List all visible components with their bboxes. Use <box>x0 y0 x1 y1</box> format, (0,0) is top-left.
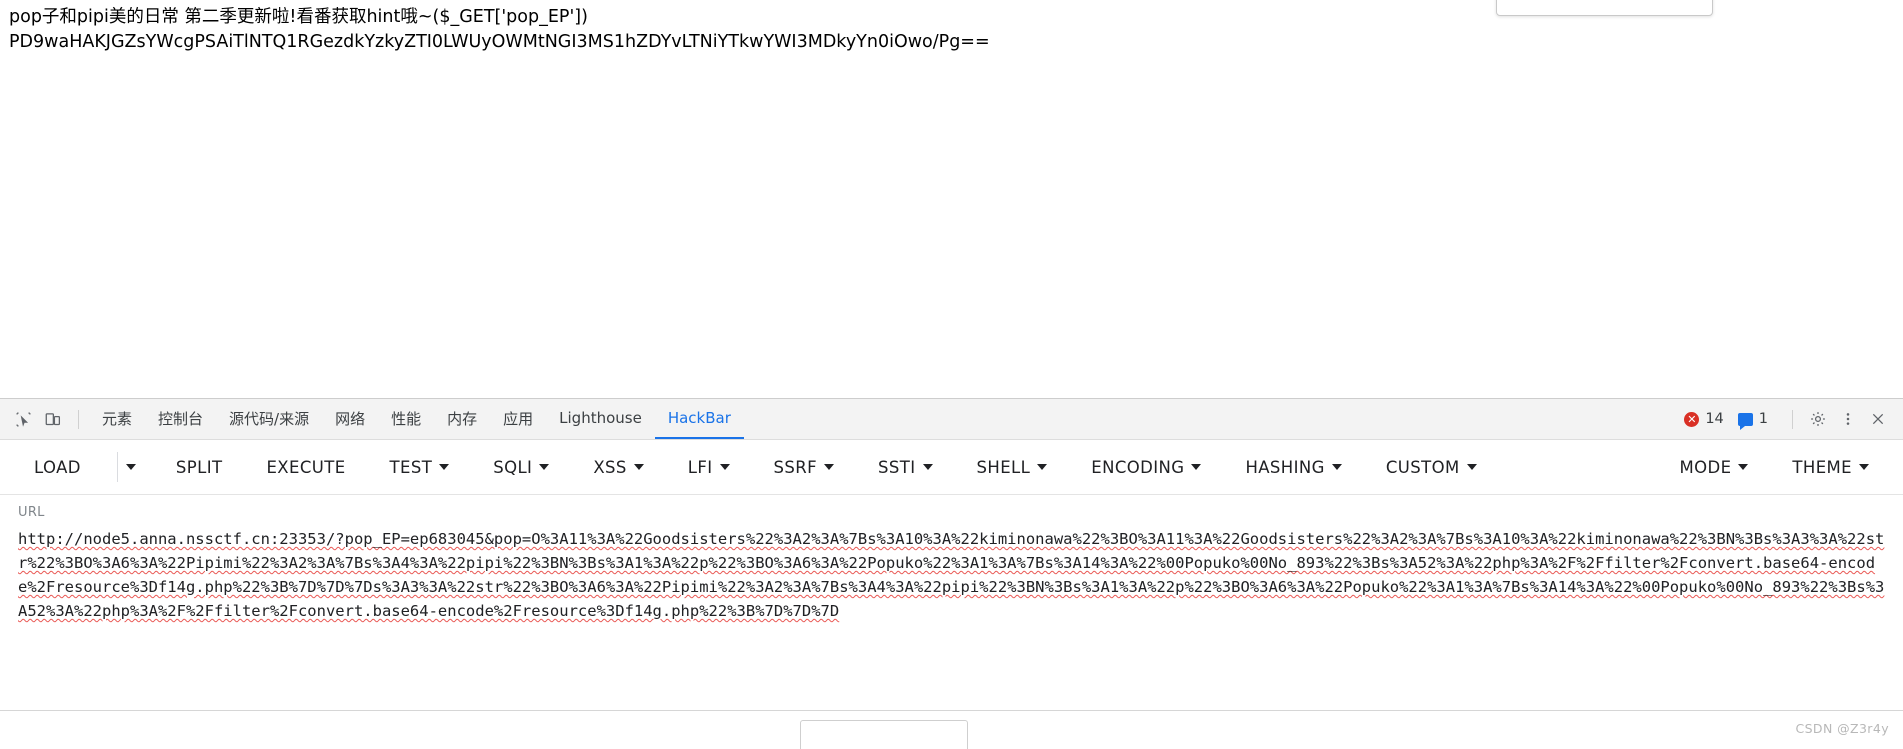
message-count-indicator[interactable]: 1 <box>1737 411 1768 430</box>
status-divider <box>1792 409 1793 429</box>
message-icon <box>1737 412 1753 430</box>
tab-network[interactable]: 网络 <box>322 399 378 439</box>
chevron-down-icon <box>1331 464 1342 470</box>
hackbar-lfi-label: LFI <box>687 457 713 477</box>
devtools-tab-list: 元素 控制台 源代码/来源 网络 性能 内存 应用 Lighthouse Hac… <box>89 399 744 439</box>
chevron-down-icon <box>1191 464 1202 470</box>
hackbar-test-label: TEST <box>389 457 433 477</box>
devtools-panel: 元素 控制台 源代码/来源 网络 性能 内存 应用 Lighthouse Hac… <box>0 398 1903 749</box>
chevron-down-icon <box>1466 464 1477 470</box>
chevron-down-icon <box>633 464 644 470</box>
chevron-down-icon <box>539 464 550 470</box>
inspect-element-icon[interactable] <box>8 405 38 433</box>
hackbar-menubar-right: MODE THEME <box>1671 453 1877 482</box>
hackbar-mode-label: MODE <box>1679 457 1732 477</box>
url-input[interactable]: http://node5.anna.nssctf.cn:23353/?pop_E… <box>18 527 1885 623</box>
hackbar-hashing-menu[interactable]: HASHING <box>1237 453 1349 482</box>
post-data-field[interactable] <box>800 720 968 749</box>
chevron-down-icon <box>125 464 136 470</box>
hackbar-menubar: LOAD SPLIT EXECUTE TEST SQLI XSS LFI SSR… <box>0 440 1903 495</box>
tab-console[interactable]: 控制台 <box>145 399 216 439</box>
tab-hackbar[interactable]: HackBar <box>654 399 744 439</box>
hackbar-lfi-menu[interactable]: LFI <box>680 453 738 482</box>
chevron-down-icon <box>439 464 450 470</box>
chevron-down-icon <box>1037 464 1048 470</box>
hackbar-sqli-label: SQLI <box>493 457 533 477</box>
chevron-down-icon <box>922 464 933 470</box>
tab-memory[interactable]: 内存 <box>434 399 490 439</box>
gear-icon[interactable] <box>1803 405 1833 433</box>
message-count-value: 1 <box>1758 411 1768 427</box>
chevron-down-icon <box>824 464 835 470</box>
tab-lighthouse[interactable]: Lighthouse <box>546 399 655 439</box>
hackbar-ssti-label: SSTI <box>878 457 916 477</box>
error-count-value: 14 <box>1705 411 1724 427</box>
hackbar-load-dropdown[interactable] <box>116 452 144 482</box>
hackbar-encoding-label: ENCODING <box>1091 457 1185 477</box>
page-text-line-base64: PD9waHAKJGZsYWcgPSAiTlNTQ1RGezdkYzkyZTI0… <box>9 32 990 52</box>
hackbar-sqli-menu[interactable]: SQLI <box>485 453 557 482</box>
hackbar-custom-menu[interactable]: CUSTOM <box>1378 453 1485 482</box>
toolbar-divider <box>78 409 79 429</box>
device-toolbar-icon[interactable] <box>38 405 68 433</box>
hackbar-ssrf-label: SSRF <box>773 457 818 477</box>
hackbar-encoding-menu[interactable]: ENCODING <box>1083 453 1209 482</box>
hackbar-bottom-bar: CSDN @Z3r4y <box>0 710 1903 749</box>
chevron-down-icon <box>719 464 730 470</box>
floating-input-box[interactable] <box>1496 0 1713 16</box>
tab-application[interactable]: 应用 <box>490 399 546 439</box>
error-count-indicator[interactable]: ✕ 14 <box>1684 411 1724 427</box>
hackbar-hashing-label: HASHING <box>1245 457 1325 477</box>
hackbar-mode-menu[interactable]: MODE <box>1671 453 1756 482</box>
hackbar-xss-menu[interactable]: XSS <box>585 453 651 482</box>
hackbar-ssrf-menu[interactable]: SSRF <box>766 453 843 482</box>
browser-page-content: pop子和pipi美的日常 第二季更新啦!看番获取hint哦~($_GET['p… <box>0 0 1903 398</box>
hackbar-shell-label: SHELL <box>976 457 1031 477</box>
tab-sources[interactable]: 源代码/来源 <box>216 399 322 439</box>
devtools-tabbar: 元素 控制台 源代码/来源 网络 性能 内存 应用 Lighthouse Hac… <box>0 399 1903 440</box>
hackbar-theme-label: THEME <box>1792 457 1852 477</box>
chevron-down-icon <box>1859 464 1869 470</box>
tab-elements[interactable]: 元素 <box>89 399 145 439</box>
chevron-down-icon <box>1738 464 1749 470</box>
hackbar-test-menu[interactable]: TEST <box>382 453 458 482</box>
hackbar-execute-button[interactable]: EXECUTE <box>258 453 353 482</box>
hackbar-load-button[interactable]: LOAD <box>26 453 89 482</box>
hackbar-xss-label: XSS <box>593 457 627 477</box>
url-field-label: URL <box>18 505 45 520</box>
hackbar-custom-label: CUSTOM <box>1385 457 1460 477</box>
error-icon: ✕ <box>1684 411 1700 427</box>
tab-performance[interactable]: 性能 <box>378 399 434 439</box>
hackbar-theme-menu[interactable]: THEME <box>1784 453 1877 482</box>
hackbar-body: URL http://node5.anna.nssctf.cn:23353/?p… <box>0 495 1903 749</box>
devtools-status-area: ✕ 14 1 <box>1684 405 1897 433</box>
kebab-menu-icon[interactable] <box>1833 405 1863 433</box>
hackbar-split-button[interactable]: SPLIT <box>168 453 231 482</box>
hackbar-ssti-menu[interactable]: SSTI <box>870 453 941 482</box>
watermark-label: CSDN @Z3r4y <box>1795 721 1889 736</box>
close-icon[interactable] <box>1863 405 1893 433</box>
hackbar-shell-menu[interactable]: SHELL <box>969 453 1056 482</box>
